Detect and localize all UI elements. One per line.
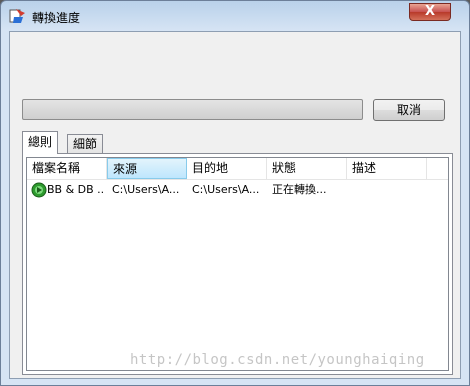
cell-filename: BB & DB ...	[47, 183, 105, 196]
tab-panel: 檔案名稱 來源 目的地 狀態 描述 BB & DB ... C:\Users\A…	[22, 153, 453, 375]
list-header: 檔案名稱 來源 目的地 狀態 描述	[27, 158, 448, 180]
column-header-status[interactable]: 狀態	[267, 158, 347, 179]
conversion-progress-window: 轉換進度 X 取消 總則 細節 檔案名稱 來源 目的地 狀態 描述 BB & D…	[0, 0, 470, 386]
app-icon	[9, 9, 25, 23]
cell-description	[352, 181, 424, 199]
file-list[interactable]: 檔案名稱 來源 目的地 狀態 描述 BB & DB ... C:\Users\A…	[26, 157, 449, 371]
column-header-destination[interactable]: 目的地	[187, 158, 267, 179]
cell-source: C:\Users\A...	[112, 183, 180, 196]
tab-general[interactable]: 總則	[22, 131, 59, 154]
list-item[interactable]: BB & DB ... C:\Users\A... C:\Users\A... …	[27, 181, 448, 199]
watermark: http://blog.csdn.net/younghaiqing	[130, 352, 425, 368]
converting-status-icon	[31, 182, 47, 198]
cancel-button[interactable]: 取消	[373, 99, 445, 121]
close-button[interactable]: X	[409, 3, 451, 21]
progress-bar	[22, 99, 363, 120]
title-bar[interactable]: 轉換進度 X	[1, 1, 469, 31]
cell-destination: C:\Users\A...	[192, 183, 260, 196]
cell-status: 正在轉換...	[272, 183, 327, 196]
column-header-description[interactable]: 描述	[347, 158, 427, 179]
tab-details[interactable]: 細節	[67, 134, 104, 154]
client-area: 取消 總則 細節 檔案名稱 來源 目的地 狀態 描述 BB & DB ... C…	[9, 31, 461, 379]
column-header-filename[interactable]: 檔案名稱	[27, 158, 107, 179]
close-icon: X	[424, 4, 436, 19]
window-title: 轉換進度	[32, 11, 81, 25]
column-header-source[interactable]: 來源	[107, 158, 187, 179]
